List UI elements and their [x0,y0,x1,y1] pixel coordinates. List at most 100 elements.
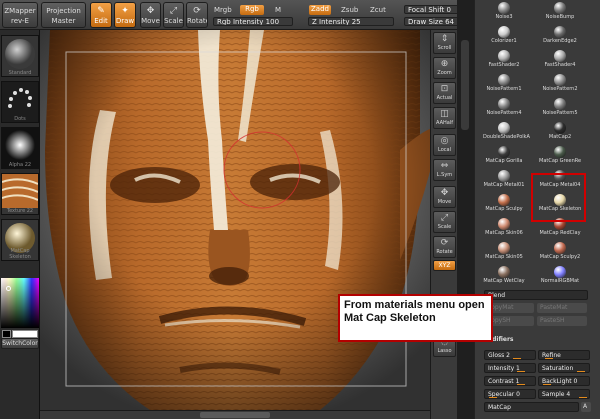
stroke-thumbnail[interactable]: Dots [1,81,39,123]
material-label: Colorizer1 [491,38,517,44]
material-ball-icon [498,122,510,134]
material-label: NoisePattern1 [486,86,522,92]
material-ball-icon [498,266,510,278]
saturation-knob [577,371,585,372]
zmapper-label: ZMapper [4,7,36,15]
material-thumbnail[interactable]: MatCap Skeleton [1,219,39,261]
scale-button[interactable]: ⤢ Scale [433,211,456,233]
local-button[interactable]: ◎ Local [433,134,456,156]
actual-button[interactable]: ⊡ Actual [433,82,456,104]
material-label: MatCap Skeleton [9,248,31,260]
primary-color-swatch[interactable] [2,330,11,338]
a-button[interactable]: A [581,402,591,412]
sample-slider[interactable]: Sample 4 [538,389,590,399]
zmapper-button[interactable]: ZMapper rev-E [2,2,38,28]
edit-button[interactable]: ✎ Edit [90,2,112,28]
zadd-toggle[interactable]: Zadd [309,5,331,15]
intensity-label: Intensity 1 [488,365,520,372]
material-matcap-greenre[interactable]: MatCap GreenRe [539,146,581,170]
material-label: NoiseBump [545,14,575,20]
modifiers-header[interactable]: Modifiers [479,335,595,345]
material-label: FastShader2 [488,62,520,68]
z-intensity-slider[interactable]: Z Intensity 25 [308,17,394,26]
material-matcap-gorilla[interactable]: MatCap Gorilla [483,146,525,170]
material-noisebump[interactable]: NoiseBump [539,2,581,26]
intensity-knob [517,371,525,372]
actual-icon: ⊡ [440,84,449,94]
scroll-thumb[interactable] [200,412,270,418]
material-matcap-wetclay[interactable]: MatCap WetClay [483,266,525,290]
paste-sh-button[interactable]: PasteSH [537,316,587,326]
material-noisepattern5[interactable]: NoisePattern5 [539,98,581,122]
material-matcap-skin06[interactable]: MatCap Skin06 [483,218,525,242]
rotate-button[interactable]: ⟳ Rotate [433,236,456,258]
scroll-button[interactable]: ⇕ Scroll [433,32,456,54]
material-colorizer1[interactable]: Colorizer1 [483,26,525,50]
mrgb-toggle[interactable]: Mrgb [214,6,232,14]
m-toggle[interactable]: M [275,6,281,14]
move-button[interactable]: ✥ Move [433,186,456,208]
material-matcap-sculpy2[interactable]: MatCap Sculpy2 [539,242,581,266]
blend-slider[interactable]: Blend [484,290,588,300]
panel-scroll-thumb[interactable] [461,40,469,130]
material-matcap-metal01[interactable]: MatCap Metal01 [483,170,525,194]
material-noisepattern2[interactable]: NoisePattern2 [539,74,581,98]
switch-color-button[interactable]: SwitchColor [1,338,39,349]
material-darkenedge2[interactable]: DarkenEdge2 [539,26,581,50]
material-fastshader2[interactable]: FastShader2 [483,50,525,74]
document-canvas[interactable] [40,30,430,410]
panel-scrollbar[interactable] [457,0,474,419]
alpha-thumbnail[interactable]: Alpha 22 [1,127,39,169]
matcap-slot[interactable]: MatCap [484,402,579,412]
texture-thumbnail[interactable]: Texture 22 [1,173,39,215]
secondary-color-swatch[interactable] [12,330,38,338]
material-label: NormalRGBMat [540,278,580,284]
contrast-slider[interactable]: Contrast 1 [484,376,536,386]
xyz-button[interactable]: XYZ [433,260,456,271]
scale-mode-button[interactable]: ⤢ Scale [163,2,184,28]
material-noise3[interactable]: Noise3 [483,2,525,26]
material-noisepattern4[interactable]: NoisePattern4 [483,98,525,122]
rgb-intensity-slider[interactable]: Rgb Intensity 100 [213,17,293,26]
material-fastshader4[interactable]: FastShader4 [539,50,581,74]
lsym-label: L.Sym [436,172,453,178]
zcut-toggle[interactable]: Zcut [370,6,386,14]
left-shelf: Standard Dots Alpha 22 Texture 22 MatCap… [0,30,40,419]
stroke-label: Dots [14,116,26,122]
material-ball-icon [554,242,566,254]
material-matcap-skin05[interactable]: MatCap Skin05 [483,242,525,266]
rgb-toggle[interactable]: Rgb [240,5,264,15]
material-ball-icon [498,218,510,230]
intensity-slider[interactable]: Intensity 1 [484,363,536,373]
bottom-scroll-bar[interactable] [40,410,430,419]
aahalf-button[interactable]: ◫ AAHalf [433,107,456,129]
material-label: MatCap RedClay [539,230,581,236]
material-doubleshadepolka[interactable]: DoubleShadePolkA [483,122,530,146]
material-label: MatCap Gorilla [485,158,523,164]
saturation-slider[interactable]: Saturation [538,363,590,373]
specular-slider[interactable]: Specular 0 [484,389,536,399]
material-normalrgbmat[interactable]: NormalRGBMat [539,266,581,290]
local-icon: ◎ [440,136,449,146]
move-mode-button[interactable]: ✥ Move [140,2,161,28]
refine-slider[interactable]: Refine [538,350,590,360]
zoom-button[interactable]: ⊕ Zoom [433,57,456,79]
zsub-toggle[interactable]: Zsub [341,6,358,14]
backlight-slider[interactable]: BackLight 0 [538,376,590,386]
material-noisepattern1[interactable]: NoisePattern1 [483,74,525,98]
draw-button[interactable]: ✦ Draw [114,2,136,28]
paste-mat-button[interactable]: PasteMat [537,303,587,313]
material-ball-icon [554,26,566,38]
projection-master-label: Projection Master [46,7,81,25]
material-label: MatCap Skin05 [485,254,523,260]
projection-master-button[interactable]: Projection Master [41,2,86,28]
highlight-box [531,173,586,222]
color-picker[interactable] [1,278,39,328]
material-matcap2[interactable]: MatCap2 [539,122,581,146]
zoom-icon: ⊕ [440,59,449,69]
brush-thumbnail[interactable]: Standard [1,35,39,77]
gloss-slider[interactable]: Gloss 2 [484,350,536,360]
rotate-mode-button[interactable]: ⟳ Rotate [186,2,208,28]
material-matcap-sculpy[interactable]: MatCap Sculpy [483,194,525,218]
lsym-button[interactable]: ⇔ L.Sym [433,159,456,181]
